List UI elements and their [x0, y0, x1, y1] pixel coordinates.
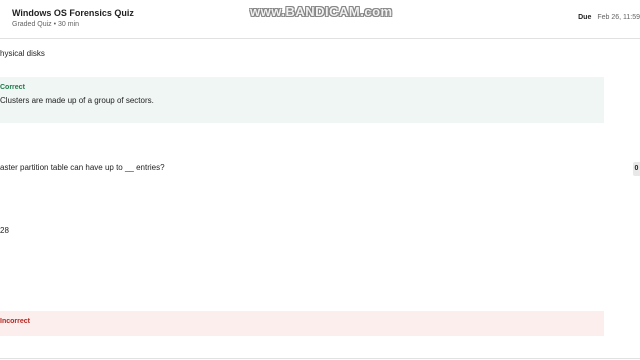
incorrect-feedback-box: Incorrect: [0, 311, 604, 336]
question-text: aster partition table can have up to __ …: [0, 163, 165, 172]
due-label: Due: [578, 14, 592, 21]
correct-label: Correct: [0, 84, 25, 91]
correct-feedback-box: Correct Clusters are made up of a group …: [0, 77, 604, 123]
due-date: Due Feb 26, 11:59: [578, 14, 640, 21]
quiz-meta: Graded Quiz • 30 min: [12, 21, 80, 28]
incorrect-label: Incorrect: [0, 318, 30, 325]
submitted-answer: 28: [0, 226, 9, 235]
correct-explanation: Clusters are made up of a group of secto…: [0, 96, 154, 105]
due-value: Feb 26, 11:59: [597, 14, 640, 21]
divider: [0, 358, 640, 359]
answer-option: hysical disks: [0, 49, 45, 58]
quiz-page: Windows OS Forensics Quiz Graded Quiz • …: [0, 0, 640, 360]
bandicam-watermark: www.BANDICAM.com: [250, 4, 393, 19]
quiz-title: Windows OS Forensics Quiz: [12, 8, 134, 18]
side-tab[interactable]: 0: [633, 162, 640, 176]
